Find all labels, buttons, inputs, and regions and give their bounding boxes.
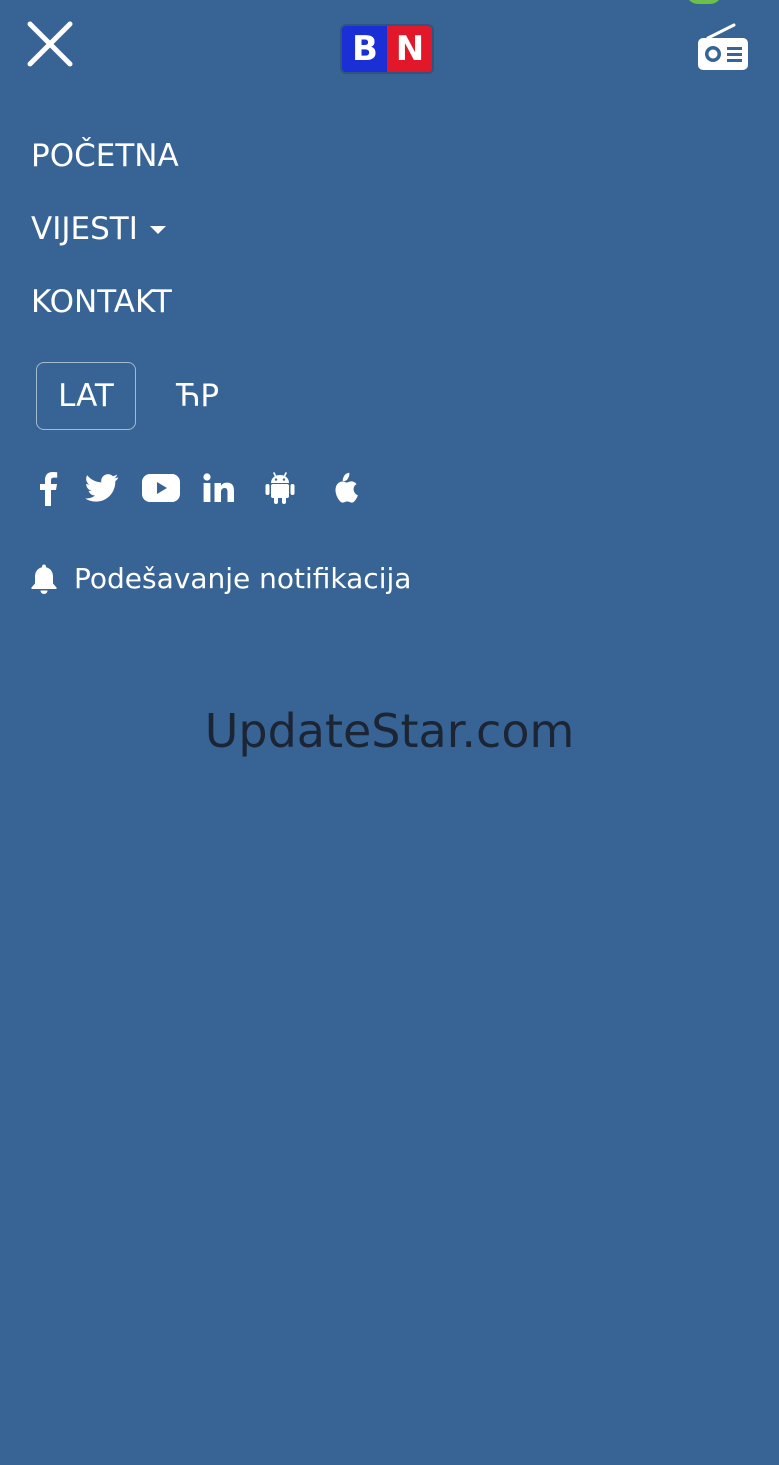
menu-item-kontakt[interactable]: KONTAKT xyxy=(31,274,179,330)
youtube-icon xyxy=(142,474,180,502)
watermark-text: UpdateStar.com xyxy=(204,704,575,758)
radio-icon xyxy=(698,23,748,70)
notification-settings-label: Podešavanje notifikacija xyxy=(74,562,412,595)
android-icon xyxy=(265,472,295,504)
close-icon xyxy=(27,21,73,67)
caret-down-icon xyxy=(149,226,166,234)
social-links xyxy=(34,466,362,510)
language-switcher: LAT ЋР xyxy=(36,362,219,430)
linkedin-link[interactable] xyxy=(203,466,235,510)
twitter-link[interactable] xyxy=(84,466,120,510)
logo-letter-b: B xyxy=(342,26,387,72)
status-indicator xyxy=(686,0,722,4)
menu-item-pocetna[interactable]: POČETNA xyxy=(31,128,179,184)
facebook-icon xyxy=(40,472,58,506)
apple-icon xyxy=(335,472,358,503)
radio-button[interactable] xyxy=(694,22,752,74)
facebook-link[interactable] xyxy=(34,466,62,510)
apple-app-link[interactable] xyxy=(332,466,362,510)
menu-item-vijesti[interactable]: VIJESTI xyxy=(31,201,179,257)
bell-icon xyxy=(30,563,58,595)
notification-settings-link[interactable]: Podešavanje notifikacija xyxy=(30,562,411,595)
twitter-icon xyxy=(85,474,119,502)
language-cyrillic-button[interactable]: ЋР xyxy=(176,363,219,429)
close-menu-button[interactable] xyxy=(24,20,76,68)
language-latin-button[interactable]: LAT xyxy=(36,362,136,430)
linkedin-icon xyxy=(203,473,234,502)
menu-item-label: KONTAKT xyxy=(31,284,172,320)
bn-logo[interactable]: B N xyxy=(342,26,432,72)
youtube-link[interactable] xyxy=(142,466,180,510)
main-menu: POČETNA VIJESTI KONTAKT xyxy=(31,128,179,347)
menu-item-label: VIJESTI xyxy=(31,211,138,247)
menu-item-label: POČETNA xyxy=(31,138,179,174)
logo-letter-n: N xyxy=(387,26,432,72)
android-app-link[interactable] xyxy=(265,466,295,510)
